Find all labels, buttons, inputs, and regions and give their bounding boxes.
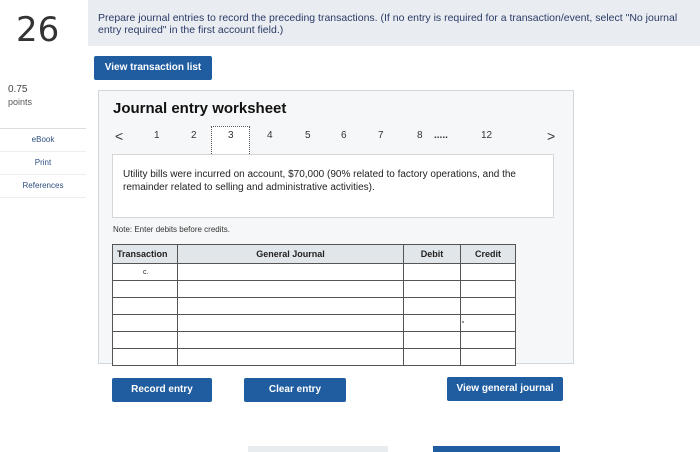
page-12[interactable]: 12 <box>481 130 492 141</box>
credit-input[interactable] <box>460 314 516 332</box>
transaction-cell <box>112 297 178 315</box>
bottom-button-edge <box>433 446 560 452</box>
page-3[interactable]: 3 <box>228 130 234 141</box>
bottom-button-edge <box>248 446 388 452</box>
sidebar-item-ebook[interactable]: eBook <box>0 129 86 152</box>
account-select[interactable] <box>177 348 404 366</box>
cursor-mark <box>462 321 464 323</box>
debit-input[interactable] <box>403 331 461 349</box>
page-ellipsis: ..... <box>434 130 448 141</box>
transaction-cell <box>112 314 178 332</box>
table-row <box>112 297 516 315</box>
page-1[interactable]: 1 <box>154 130 160 141</box>
instructions-text: Prepare journal entries to record the pr… <box>98 12 681 36</box>
credit-input[interactable] <box>460 263 516 281</box>
account-select[interactable] <box>177 331 404 349</box>
table-row <box>112 331 516 349</box>
table-row <box>112 348 516 366</box>
transaction-cell <box>112 331 178 349</box>
transaction-description: Utility bills were incurred on account, … <box>123 169 516 193</box>
next-page-icon[interactable]: > <box>547 128 555 144</box>
debit-input[interactable] <box>403 348 461 366</box>
col-credit: Credit <box>460 244 516 264</box>
debit-input[interactable] <box>403 314 461 332</box>
col-debit: Debit <box>403 244 461 264</box>
account-select[interactable] <box>177 297 404 315</box>
sidebar-item-print[interactable]: Print <box>0 152 86 175</box>
credit-input[interactable] <box>460 297 516 315</box>
account-select[interactable] <box>177 263 404 281</box>
sidebar: eBook Print References <box>0 128 86 198</box>
view-general-journal-button[interactable]: View general journal <box>447 377 563 401</box>
col-general-journal: General Journal <box>177 244 404 264</box>
debit-input[interactable] <box>403 280 461 298</box>
prev-page-icon[interactable]: < <box>115 128 123 144</box>
points-label: points <box>8 97 33 107</box>
transaction-cell: c. <box>112 263 178 281</box>
view-transaction-list-button[interactable]: View transaction list <box>94 56 212 80</box>
page-7[interactable]: 7 <box>378 130 384 141</box>
table-row <box>112 314 516 332</box>
table-row <box>112 280 516 298</box>
question-number: 26 <box>16 10 60 50</box>
page-6[interactable]: 6 <box>341 130 347 141</box>
debit-input[interactable] <box>403 297 461 315</box>
debits-note: Note: Enter debits before credits. <box>113 225 230 234</box>
transaction-cell <box>112 348 178 366</box>
page-2[interactable]: 2 <box>191 130 197 141</box>
page-5[interactable]: 5 <box>305 130 311 141</box>
account-select[interactable] <box>177 314 404 332</box>
col-transaction: Transaction <box>112 244 178 264</box>
debit-input[interactable] <box>403 263 461 281</box>
sidebar-item-references[interactable]: References <box>0 175 86 198</box>
table-row: c. <box>112 263 516 281</box>
worksheet-title: Journal entry worksheet <box>113 100 287 117</box>
record-entry-button[interactable]: Record entry <box>112 378 212 402</box>
credit-input[interactable] <box>460 331 516 349</box>
transaction-cell <box>112 280 178 298</box>
page-4[interactable]: 4 <box>267 130 273 141</box>
worksheet-pager: < 1 2 3 4 5 6 7 8 ..... 12 > <box>112 128 567 146</box>
credit-input[interactable] <box>460 280 516 298</box>
points-value: 0.75 <box>8 84 28 95</box>
credit-input[interactable] <box>460 348 516 366</box>
journal-entry-table: Transaction General Journal Debit Credit… <box>112 244 516 366</box>
account-select[interactable] <box>177 280 404 298</box>
page-8[interactable]: 8 <box>417 130 423 141</box>
clear-entry-button[interactable]: Clear entry <box>244 378 346 402</box>
transaction-description-box: Utility bills were incurred on account, … <box>112 154 554 218</box>
